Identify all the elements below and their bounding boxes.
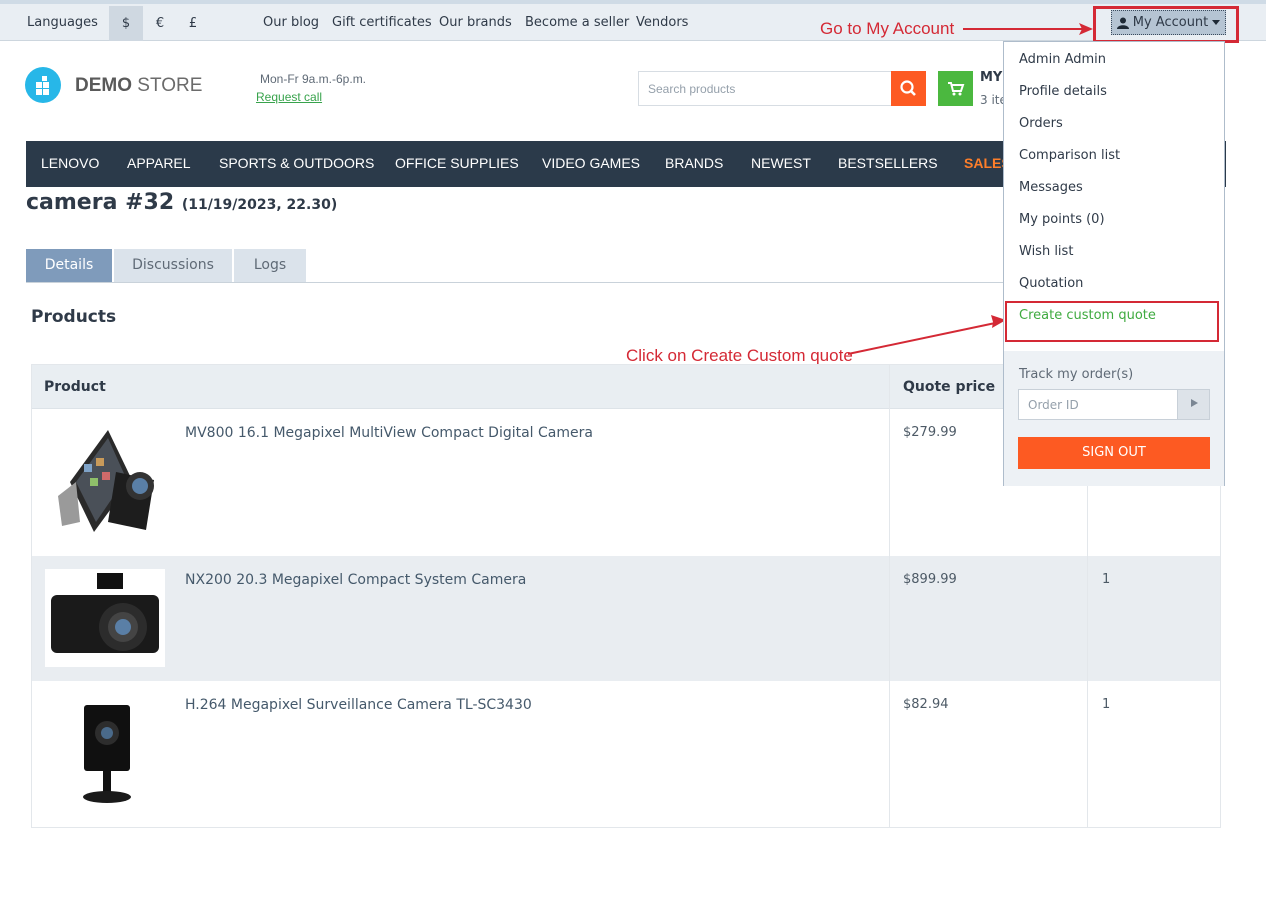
page-subtitle: (11/19/2023, 22.30): [181, 197, 338, 213]
request-call-link[interactable]: Request call: [256, 90, 322, 104]
track-order-label: Track my order(s): [1019, 367, 1134, 382]
product-name-link[interactable]: H.264 Megapixel Surveillance Camera TL-S…: [185, 697, 532, 713]
product-name-link[interactable]: MV800 16.1 Megapixel MultiView Compact D…: [185, 425, 593, 441]
nav-item-office-supplies[interactable]: OFFICE SUPPLIES: [395, 155, 519, 171]
search-icon: [900, 80, 916, 96]
store-hours: Mon-Fr 9a.m.-6p.m.: [260, 72, 367, 86]
header-product: Product: [44, 379, 106, 395]
menu-item-orders[interactable]: Orders: [1019, 116, 1063, 131]
store-logo-icon[interactable]: [25, 67, 61, 103]
menu-item-wish-list[interactable]: Wish list: [1019, 244, 1073, 259]
menu-item-my-points[interactable]: My points (0): [1019, 212, 1105, 227]
store-logo-text[interactable]: DEMO STORE: [75, 75, 202, 97]
product-name-link[interactable]: NX200 20.3 Megapixel Compact System Came…: [185, 572, 526, 588]
tab-logs[interactable]: Logs: [234, 249, 306, 282]
menu-item-admin[interactable]: Admin Admin: [1019, 52, 1106, 67]
nav-item-apparel[interactable]: APPAREL: [127, 155, 191, 171]
product-price: $82.94: [903, 697, 949, 712]
menu-item-comparison-list[interactable]: Comparison list: [1019, 148, 1120, 163]
product-image-nx200[interactable]: [45, 569, 165, 667]
grid-icon: [36, 76, 49, 95]
cart-icon: [948, 82, 965, 96]
column-divider: [889, 365, 890, 827]
account-dropdown-menu: Admin Admin Profile details Orders Compa…: [1003, 41, 1225, 486]
track-order-button[interactable]: [1177, 389, 1210, 420]
menu-item-profile-details[interactable]: Profile details: [1019, 84, 1107, 99]
product-quantity: 1: [1102, 572, 1111, 587]
play-arrow-icon: [1190, 399, 1198, 407]
annotation-go-account: Go to My Account: [820, 19, 955, 38]
header-quote-price: Quote price: [903, 379, 996, 395]
product-quantity: 1: [1102, 697, 1111, 712]
nav-item-bestsellers[interactable]: BESTSELLERS: [838, 155, 938, 171]
nav-item-lenovo[interactable]: LENOVO: [41, 155, 99, 171]
tab-discussions[interactable]: Discussions: [114, 249, 232, 282]
nav-item-newest[interactable]: NEWEST: [751, 155, 811, 171]
product-price: $279.99: [903, 425, 957, 440]
track-order-section: Track my order(s) Order ID SIGN OUT: [1004, 351, 1224, 486]
table-row: NX200 20.3 Megapixel Compact System Came…: [32, 556, 1220, 681]
annotation-box-custom-quote: [1005, 301, 1219, 342]
products-heading: Products: [31, 307, 117, 327]
menu-item-messages[interactable]: Messages: [1019, 180, 1083, 195]
tab-details[interactable]: Details: [26, 249, 112, 282]
search-button[interactable]: [891, 71, 926, 106]
annotation-click-quote: Click on Create Custom quote: [626, 346, 853, 365]
table-row: H.264 Megapixel Surveillance Camera TL-S…: [32, 681, 1220, 827]
product-image-tl-sc3430[interactable]: [72, 699, 142, 809]
menu-item-quotation[interactable]: Quotation: [1019, 276, 1083, 291]
cart-button[interactable]: [938, 71, 973, 106]
page-title: camera #32 (11/19/2023, 22.30): [26, 190, 338, 215]
nav-item-brands[interactable]: BRANDS: [665, 155, 723, 171]
sign-out-button[interactable]: SIGN OUT: [1018, 437, 1210, 469]
cart-title[interactable]: MY: [980, 70, 1002, 85]
product-image-mv800[interactable]: [50, 422, 160, 542]
order-id-input[interactable]: Order ID: [1018, 389, 1178, 420]
nav-item-sports[interactable]: SPORTS & OUTDOORS: [219, 155, 374, 171]
search-input[interactable]: Search products: [638, 71, 892, 106]
nav-item-video-games[interactable]: VIDEO GAMES: [542, 155, 640, 171]
product-price: $899.99: [903, 572, 957, 587]
